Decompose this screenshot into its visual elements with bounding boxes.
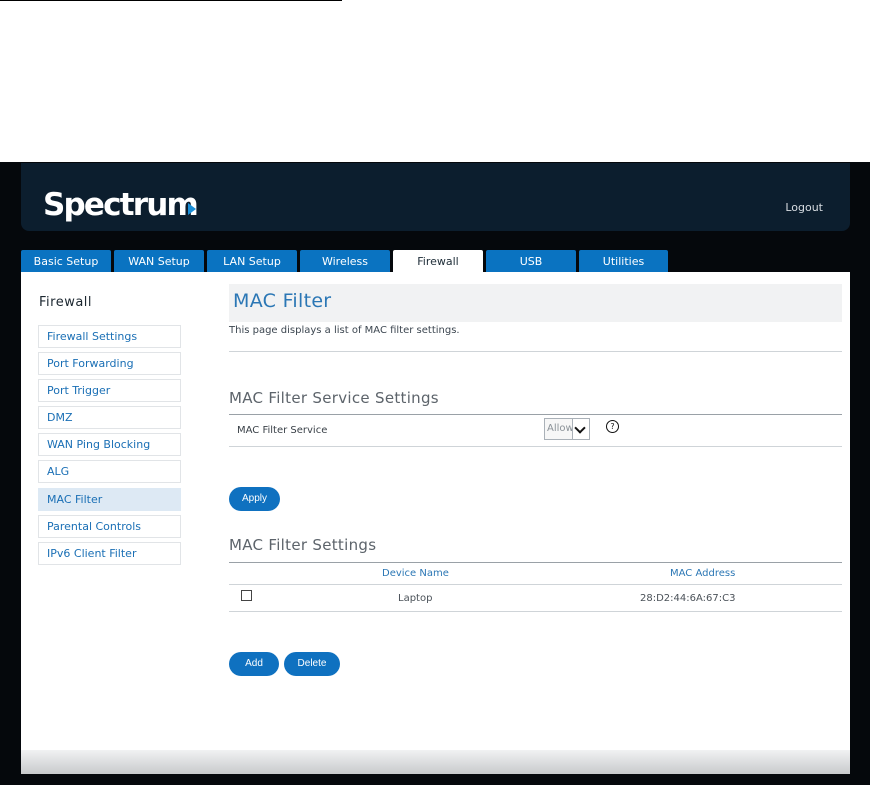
chevron-down-icon	[572, 419, 589, 439]
sidebar-item-wan-ping-blocking[interactable]: WAN Ping Blocking	[38, 433, 181, 456]
page-description: This page displays a list of MAC filter …	[229, 325, 460, 336]
top-divider-line	[0, 0, 342, 1]
tab-utilities[interactable]: Utilities	[579, 250, 668, 272]
header-bar: Spectrum Logout	[21, 163, 850, 231]
description-divider	[229, 351, 842, 352]
service-settings-divider	[229, 414, 842, 415]
sidebar-item-ipv6-client-filter[interactable]: IPv6 Client Filter	[38, 542, 181, 565]
add-button[interactable]: Add	[229, 652, 279, 676]
tab-wan-setup[interactable]: WAN Setup	[114, 250, 204, 272]
sidebar-item-alg[interactable]: ALG	[38, 460, 181, 483]
service-row-divider	[229, 446, 842, 447]
mac-filter-service-label: MAC Filter Service	[237, 425, 328, 436]
filter-settings-title: MAC Filter Settings	[229, 536, 377, 554]
page-title: MAC Filter	[233, 290, 332, 312]
page-title-box: MAC Filter	[229, 284, 842, 322]
logout-link[interactable]: Logout	[785, 201, 823, 214]
spectrum-logo: Spectrum	[43, 187, 199, 223]
help-circle-icon[interactable]: ?	[606, 420, 619, 433]
tab-firewall[interactable]: Firewall	[393, 250, 483, 272]
cell-mac-address: 28:D2:44:6A:67:C3	[640, 593, 736, 604]
tab-usb[interactable]: USB	[486, 250, 576, 272]
tab-basic-setup[interactable]: Basic Setup	[21, 250, 111, 272]
sidebar-item-port-trigger[interactable]: Port Trigger	[38, 379, 181, 402]
column-header-mac-address: MAC Address	[670, 568, 736, 579]
sidebar-item-mac-filter[interactable]: MAC Filter	[38, 488, 181, 511]
sidebar-title: Firewall	[39, 295, 93, 310]
delete-button[interactable]: Delete	[284, 652, 340, 676]
service-settings-title: MAC Filter Service Settings	[229, 389, 439, 407]
column-header-device-name: Device Name	[382, 568, 449, 579]
table-row-divider	[229, 611, 842, 612]
sidebar-item-firewall-settings[interactable]: Firewall Settings	[38, 325, 181, 348]
mac-filter-service-value: Allow	[547, 423, 574, 434]
table-header-divider	[229, 584, 842, 585]
row-select-checkbox[interactable]	[241, 590, 252, 601]
mac-filter-service-select[interactable]: Allow	[544, 418, 590, 440]
logo-arrow-icon	[188, 203, 196, 215]
sidebar-item-dmz[interactable]: DMZ	[38, 406, 181, 429]
cell-device-name: Laptop	[398, 593, 433, 604]
apply-button[interactable]: Apply	[229, 487, 280, 511]
footer-band	[21, 750, 850, 774]
content-panel: Firewall Firewall Settings Port Forwardi…	[21, 272, 850, 750]
tab-wireless[interactable]: Wireless	[300, 250, 390, 272]
tab-lan-setup[interactable]: LAN Setup	[207, 250, 297, 272]
filter-settings-divider	[229, 562, 842, 563]
sidebar-item-parental-controls[interactable]: Parental Controls	[38, 515, 181, 538]
sidebar-item-port-forwarding[interactable]: Port Forwarding	[38, 352, 181, 375]
